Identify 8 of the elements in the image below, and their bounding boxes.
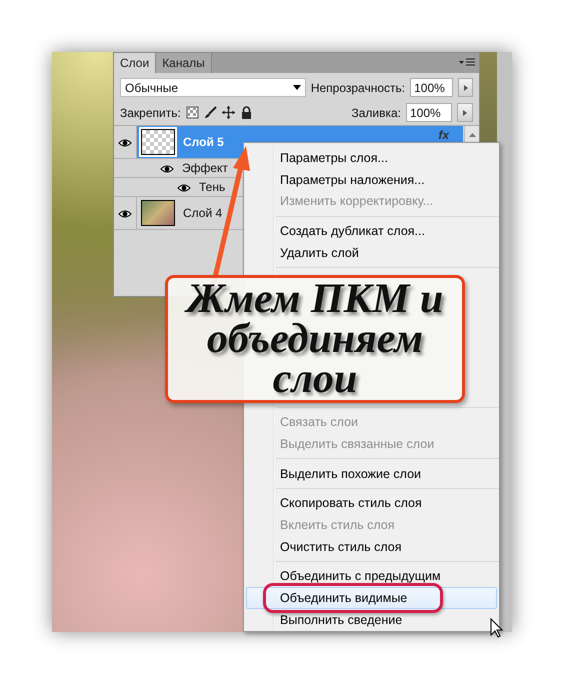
layer-name: Слой 4 xyxy=(183,206,222,220)
layer-name: Тень xyxy=(199,180,226,194)
layer-name: Слой 5 xyxy=(183,135,224,149)
fill-label: Заливка: xyxy=(351,106,401,120)
lock-label: Закрепить: xyxy=(120,106,181,120)
callout-text: Жмем ПКМ и объединяем слои xyxy=(165,275,465,403)
layer-name: Эффект xyxy=(182,161,228,175)
opacity-label: Непрозрачность: xyxy=(310,80,406,94)
